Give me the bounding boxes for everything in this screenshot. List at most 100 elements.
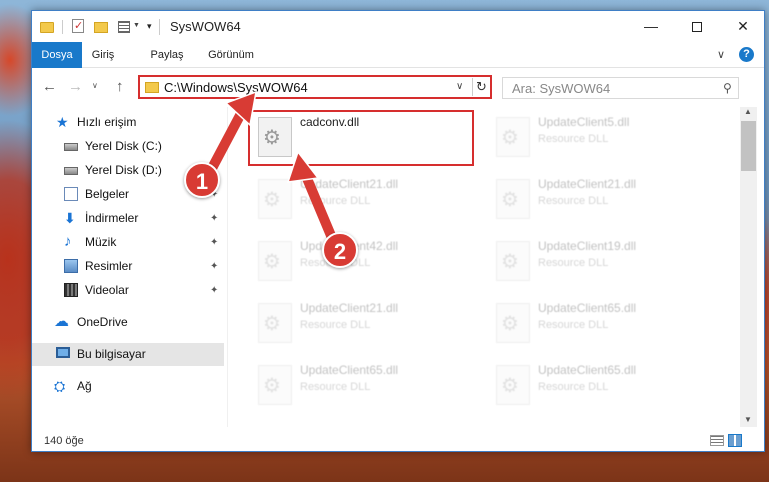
quick-access-customize-icon[interactable] [118,21,130,33]
ribbon-expand-icon[interactable]: ∨ [717,48,725,61]
folder-icon[interactable] [40,22,54,33]
network-icon: ⛭ [54,378,66,394]
minimize-button[interactable]: — [628,11,674,42]
file-type: Resource DLL [538,133,609,145]
close-button[interactable]: ✕ [720,11,764,42]
file-item[interactable]: ⚙ UpdateClient5.dll Resource DLL [488,113,718,173]
back-button[interactable]: ← [42,78,57,95]
new-folder-icon[interactable] [94,22,108,33]
vertical-scrollbar[interactable]: ▲ ▼ [740,107,757,427]
sidebar-item-label: İndirmeler [85,211,139,225]
address-path[interactable]: C:\Windows\SysWOW64 [164,80,308,95]
sidebar-item-label: Yerel Disk (D:) [85,163,162,177]
folder-icon [145,82,159,93]
sidebar-item-network[interactable]: ⛭ Ağ [32,375,224,398]
tab-file[interactable]: Dosya [32,42,82,68]
dll-file-icon: ⚙ [258,241,292,281]
pin-icon[interactable]: ✦ [210,207,218,230]
dll-file-icon: ⚙ [258,303,292,343]
search-placeholder: Ara: SysWOW64 [512,81,611,96]
item-count: 140 öğe [44,435,84,447]
sidebar-item-videos[interactable]: Videolar ✦ [32,279,224,302]
sidebar-item-label: Yerel Disk (C:) [85,139,162,153]
dll-file-icon: ⚙ [496,117,530,157]
file-name: UpdateClient65.dll [538,301,637,315]
title-bar: ▼ ▾ SysWOW64 — ✕ [32,11,764,42]
address-dropdown-icon[interactable]: ∨ [456,81,463,92]
file-item[interactable]: ⚙ UpdateClient21.dll Resource DLL [488,175,718,235]
file-name: UpdateClient19.dll [538,239,637,253]
tab-home[interactable]: Giriş [88,42,118,68]
dll-file-icon: ⚙ [258,365,292,405]
sidebar-item-local-disk-c[interactable]: Yerel Disk (C:) [32,135,224,158]
navigation-pane: ★ Hızlı erişim Yerel Disk (C:) Yerel Dis… [32,107,227,427]
cloud-icon: ☁ [54,313,69,330]
file-item[interactable]: ⚙ UpdateClient42.dll Resource DLL [250,237,480,297]
properties-icon[interactable] [72,19,84,33]
search-icon[interactable]: ⚲ [723,81,732,95]
file-type: Resource DLL [538,195,609,207]
documents-icon [64,187,78,201]
scroll-thumb[interactable] [741,121,756,171]
sidebar-item-downloads[interactable]: ⬇ İndirmeler ✦ [32,207,224,230]
scroll-up-icon[interactable]: ▲ [744,107,752,116]
scroll-down-icon[interactable]: ▼ [744,415,752,424]
sidebar-item-quick-access[interactable]: ★ Hızlı erişim [32,111,224,134]
file-name: UpdateClient5.dll [538,115,630,129]
toolbar-divider [62,20,63,34]
file-item[interactable]: ⚙ UpdateClient19.dll Resource DLL [488,237,718,297]
pin-icon[interactable]: ✦ [210,231,218,254]
status-bar: 140 öğe [32,431,764,451]
large-icons-view-button[interactable] [728,434,742,447]
pin-icon[interactable]: ✦ [210,255,218,278]
recent-locations-button[interactable]: ∨ [92,81,98,90]
quick-access-dropdown-icon[interactable]: ▾ [147,21,152,32]
pin-icon[interactable]: ✦ [210,279,218,302]
sidebar-item-music[interactable]: ♪ Müzik ✦ [32,231,224,254]
sidebar-item-label: Videolar [85,283,129,297]
file-type: Resource DLL [538,257,609,269]
forward-button[interactable]: → [68,78,83,95]
window-title: SysWOW64 [170,19,241,34]
file-item[interactable]: ⚙ UpdateClient21.dll Resource DLL [250,299,480,359]
chevron-down-icon[interactable]: ▼ [133,22,140,29]
file-type: Resource DLL [538,381,609,393]
pane-divider[interactable] [227,107,228,427]
sidebar-item-label: Ağ [77,379,92,393]
title-divider [159,19,160,35]
maximize-button[interactable] [674,11,720,42]
search-input[interactable]: Ara: SysWOW64 ⚲ [502,77,739,99]
up-button[interactable]: ↑ [116,78,124,95]
dll-file-icon: ⚙ [496,303,530,343]
file-item[interactable]: ⚙ UpdateClient65.dll Resource DLL [488,361,718,421]
dll-file-icon: ⚙ [258,179,292,219]
sidebar-item-label: OneDrive [77,315,128,329]
file-item[interactable]: ⚙ UpdateClient65.dll Resource DLL [488,299,718,359]
step-1-marker: 1 [184,162,220,198]
file-type: Resource DLL [300,381,371,393]
details-view-button[interactable] [710,435,724,446]
help-icon[interactable]: ? [739,47,754,62]
highlight-box [248,110,474,166]
pictures-icon [64,259,78,273]
address-bar[interactable]: C:\Windows\SysWOW64 ∨ ↻ [138,75,492,99]
sidebar-item-label: Resimler [85,259,133,273]
file-item[interactable]: ⚙ UpdateClient65.dll Resource DLL [250,361,480,421]
refresh-button[interactable]: ↻ [472,78,490,96]
music-icon: ♪ [64,233,72,250]
file-item[interactable]: ⚙ UpdateClient21.dll Resource DLL [250,175,480,235]
file-list: ⚙ cadconv.dll ⚙ UpdateClient5.dll Resour… [240,107,740,427]
drive-icon [64,167,78,175]
file-type: Resource DLL [300,195,371,207]
downloads-icon: ⬇ [64,210,76,226]
sidebar-item-this-pc[interactable]: Bu bilgisayar [32,343,224,366]
tab-view[interactable]: Görünüm [206,42,256,68]
file-name: UpdateClient21.dll [300,177,399,191]
tab-share[interactable]: Paylaş [150,42,184,68]
step-2-marker: 2 [322,232,358,268]
file-type: Resource DLL [538,319,609,331]
sidebar-item-onedrive[interactable]: ☁ OneDrive [32,311,224,334]
dll-file-icon: ⚙ [496,241,530,281]
sidebar-item-pictures[interactable]: Resimler ✦ [32,255,224,278]
star-icon: ★ [56,114,69,130]
